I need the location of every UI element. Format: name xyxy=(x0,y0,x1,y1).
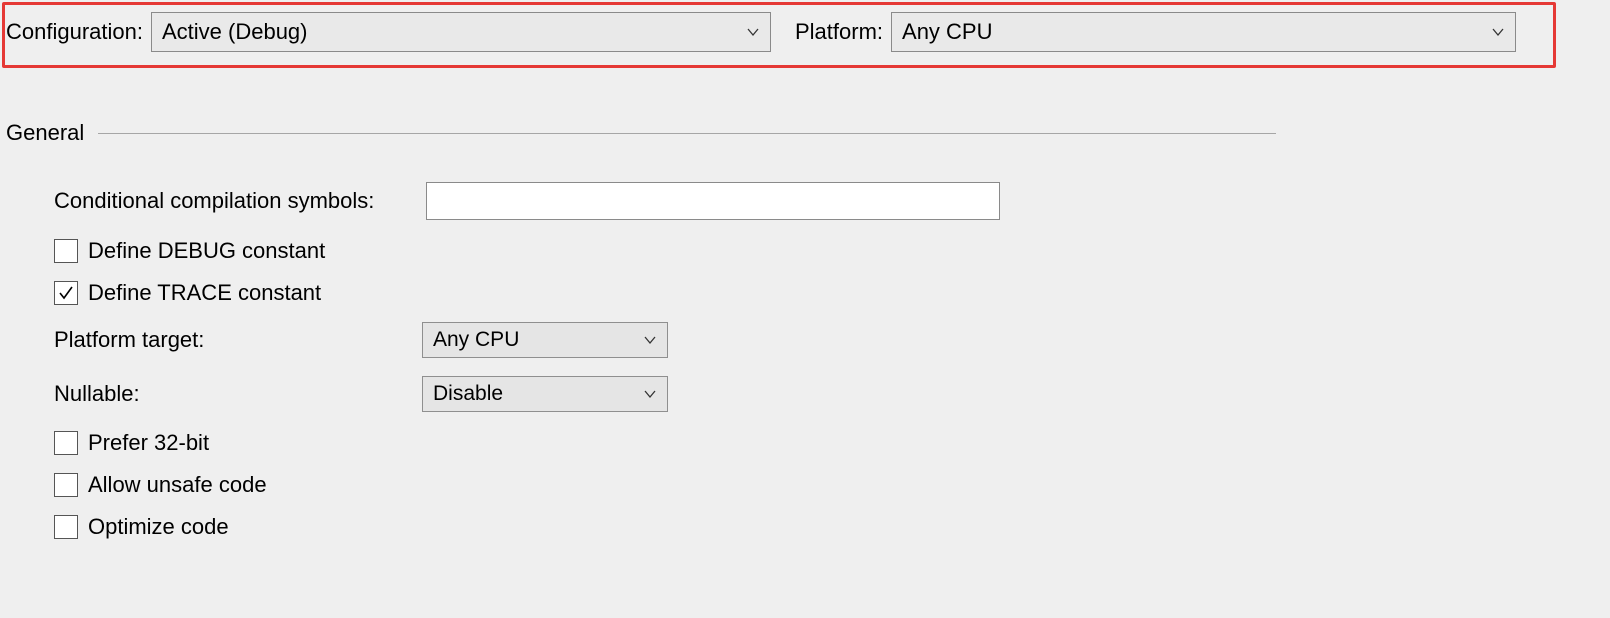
row-platform-target: Platform target: Any CPU xyxy=(54,322,1566,358)
allow-unsafe-label: Allow unsafe code xyxy=(88,472,267,498)
general-form: Conditional compilation symbols: Define … xyxy=(54,182,1566,540)
row-conditional-symbols: Conditional compilation symbols: xyxy=(54,182,1566,220)
optimize-code-label: Optimize code xyxy=(88,514,229,540)
row-allow-unsafe: Allow unsafe code xyxy=(54,472,1566,498)
row-define-trace: Define TRACE constant xyxy=(54,280,1566,306)
define-debug-label: Define DEBUG constant xyxy=(88,238,325,264)
row-prefer-32bit: Prefer 32-bit xyxy=(54,430,1566,456)
chevron-down-icon xyxy=(1491,25,1505,39)
conditional-symbols-input[interactable] xyxy=(426,182,1000,220)
prefer-32bit-checkbox[interactable] xyxy=(54,431,78,455)
nullable-value: Disable xyxy=(433,382,503,406)
section-rule xyxy=(98,133,1276,134)
platform-dropdown[interactable]: Any CPU xyxy=(891,12,1516,52)
topbar: Configuration: Active (Debug) Platform: … xyxy=(0,5,1610,59)
platform-value: Any CPU xyxy=(902,19,992,45)
platform-target-value: Any CPU xyxy=(433,328,519,352)
general-section: General Conditional compilation symbols:… xyxy=(6,120,1566,556)
platform-target-label: Platform target: xyxy=(54,327,422,353)
row-define-debug: Define DEBUG constant xyxy=(54,238,1566,264)
prefer-32bit-label: Prefer 32-bit xyxy=(88,430,209,456)
chevron-down-icon xyxy=(746,25,760,39)
allow-unsafe-checkbox[interactable] xyxy=(54,473,78,497)
row-nullable: Nullable: Disable xyxy=(54,376,1566,412)
section-header: General xyxy=(6,120,1566,146)
nullable-dropdown[interactable]: Disable xyxy=(422,376,668,412)
optimize-code-checkbox[interactable] xyxy=(54,515,78,539)
define-trace-label: Define TRACE constant xyxy=(88,280,321,306)
configuration-value: Active (Debug) xyxy=(162,19,308,45)
chevron-down-icon xyxy=(643,333,657,347)
conditional-symbols-label: Conditional compilation symbols: xyxy=(54,188,426,214)
chevron-down-icon xyxy=(643,387,657,401)
configuration-dropdown[interactable]: Active (Debug) xyxy=(151,12,771,52)
platform-target-dropdown[interactable]: Any CPU xyxy=(422,322,668,358)
platform-label: Platform: xyxy=(795,19,891,45)
section-title: General xyxy=(6,120,84,146)
define-debug-checkbox[interactable] xyxy=(54,239,78,263)
row-optimize-code: Optimize code xyxy=(54,514,1566,540)
nullable-label: Nullable: xyxy=(54,381,422,407)
configuration-label: Configuration: xyxy=(6,19,151,45)
define-trace-checkbox[interactable] xyxy=(54,281,78,305)
